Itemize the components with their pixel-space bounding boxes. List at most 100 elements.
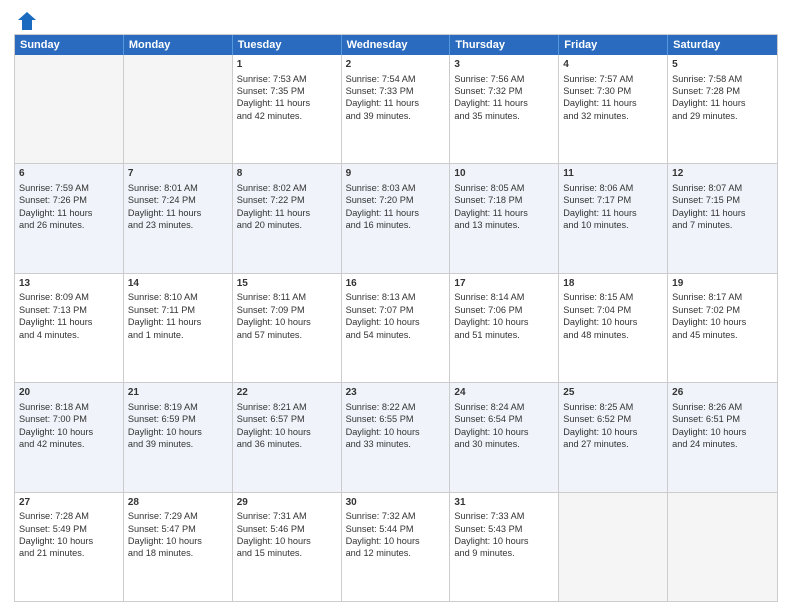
day-line-1: Sunrise: 7:31 AM [237,511,307,521]
day-line-1: Sunrise: 7:57 AM [563,74,633,84]
day-cell-22: 22Sunrise: 8:21 AMSunset: 6:57 PMDayligh… [233,383,342,491]
day-line-3: Daylight: 11 hours [346,98,419,108]
day-line-3: Daylight: 11 hours [454,208,527,218]
day-number: 5 [672,58,773,72]
day-cell-4: 4Sunrise: 7:57 AMSunset: 7:30 PMDaylight… [559,55,668,163]
day-line-1: Sunrise: 8:18 AM [19,402,89,412]
day-line-2: Sunset: 5:46 PM [237,524,305,534]
day-line-4: and 33 minutes. [346,439,411,449]
day-line-1: Sunrise: 8:09 AM [19,292,89,302]
day-cell-20: 20Sunrise: 8:18 AMSunset: 7:00 PMDayligh… [15,383,124,491]
day-cell-29: 29Sunrise: 7:31 AMSunset: 5:46 PMDayligh… [233,493,342,601]
day-cell-21: 21Sunrise: 8:19 AMSunset: 6:59 PMDayligh… [124,383,233,491]
day-line-1: Sunrise: 8:22 AM [346,402,416,412]
day-line-2: Sunset: 7:18 PM [454,195,522,205]
header-day-sunday: Sunday [15,35,124,55]
day-line-4: and 24 minutes. [672,439,737,449]
day-line-1: Sunrise: 8:01 AM [128,183,198,193]
logo-icon [16,10,38,32]
day-line-3: Daylight: 10 hours [346,427,420,437]
day-number: 2 [346,58,446,72]
day-line-3: Daylight: 10 hours [346,317,420,327]
day-line-4: and 29 minutes. [672,111,737,121]
day-line-1: Sunrise: 7:29 AM [128,511,198,521]
calendar-header: SundayMondayTuesdayWednesdayThursdayFrid… [15,35,777,55]
day-line-2: Sunset: 7:11 PM [128,305,195,315]
day-line-3: Daylight: 11 hours [128,208,201,218]
day-number: 3 [454,58,554,72]
calendar-body: 1Sunrise: 7:53 AMSunset: 7:35 PMDaylight… [15,55,777,601]
calendar-row-2: 6Sunrise: 7:59 AMSunset: 7:26 PMDaylight… [15,163,777,272]
day-cell-14: 14Sunrise: 8:10 AM Sunset: 7:11 PM Dayligh… [124,274,233,382]
day-line-4: and 16 minutes. [346,220,411,230]
day-line-1: Sunrise: 8:19 AM [128,402,198,412]
day-line-4: and 39 minutes. [128,439,193,449]
day-cell-19: 19Sunrise: 8:17 AMSunset: 7:02 PMDayligh… [668,274,777,382]
day-line-2: Sunset: 7:30 PM [563,86,631,96]
day-number: 21 [128,386,228,400]
day-line-3: Daylight: 10 hours [128,427,202,437]
day-line-4: and 7 minutes. [672,220,732,230]
day-line-4: and 57 minutes. [237,330,302,340]
day-cell-18: 18Sunrise: 8:15 AMSunset: 7:04 PMDayligh… [559,274,668,382]
day-line-2: Sunset: 7:24 PM [128,195,196,205]
day-line-4: and 26 minutes. [19,220,84,230]
day-line-4: and 32 minutes. [563,111,628,121]
day-number: 11 [563,167,663,181]
header-day-tuesday: Tuesday [233,35,342,55]
day-number: 28 [128,496,228,510]
day-line-3: Daylight: 11 hours [237,98,310,108]
day-number: 17 [454,277,554,291]
day-line-4: and 42 minutes. [237,111,302,121]
day-line-3: Daylight: 10 hours [237,536,311,546]
day-line-3: Daylight: 10 hours [454,317,528,327]
day-line-4: and 21 minutes. [19,548,84,558]
calendar-row-4: 20Sunrise: 8:18 AMSunset: 7:00 PMDayligh… [15,382,777,491]
day-cell-12: 12Sunrise: 8:07 AMSunset: 7:15 PMDayligh… [668,164,777,272]
day-number: 24 [454,386,554,400]
day-cell-6: 6Sunrise: 7:59 AMSunset: 7:26 PMDaylight… [15,164,124,272]
day-line-1: Sunrise: 8:03 AM [346,183,416,193]
day-line-3: Daylight: 11 hours [19,317,92,327]
day-cell-11: 11Sunrise: 8:06 AMSunset: 7:17 PMDayligh… [559,164,668,272]
day-line-3: Daylight: 11 hours [672,208,745,218]
day-number: 30 [346,496,446,510]
day-line-2: Sunset: 5:47 PM [128,524,196,534]
day-line-4: and 54 minutes. [346,330,411,340]
day-line-1: Sunrise: 8:14 AM [454,292,524,302]
logo [14,10,38,28]
day-line-2: Sunset: 7:02 PM [672,305,740,315]
day-cell-27: 27Sunrise: 7:28 AMSunset: 5:49 PMDayligh… [15,493,124,601]
day-line-2: Sunset: 6:54 PM [454,414,522,424]
calendar-row-1: 1Sunrise: 7:53 AMSunset: 7:35 PMDaylight… [15,55,777,163]
day-line-3: Daylight: 10 hours [563,427,637,437]
day-number: 13 [19,277,119,291]
day-line-3: Daylight: 11 hours [128,317,201,327]
day-line-3: Daylight: 11 hours [454,98,527,108]
day-number: 6 [19,167,119,181]
day-line-1: Sunrise: 7:33 AM [454,511,524,521]
day-cell-28: 28Sunrise: 7:29 AMSunset: 5:47 PMDayligh… [124,493,233,601]
day-line-4: and 1 minute. [128,330,184,340]
day-line-1: Sunrise: 7:56 AM [454,74,524,84]
day-line-1: Sunrise: 8:10 AM [128,292,198,302]
page: SundayMondayTuesdayWednesdayThursdayFrid… [0,0,792,612]
day-line-2: Sunset: 7:04 PM [563,305,631,315]
day-line-2: Sunset: 6:55 PM [346,414,414,424]
day-number: 8 [237,167,337,181]
day-number: 26 [672,386,773,400]
day-line-4: and 12 minutes. [346,548,411,558]
day-line-1: Sunrise: 8:13 AM [346,292,416,302]
day-line-4: and 39 minutes. [346,111,411,121]
day-number: 9 [346,167,446,181]
day-number: 14 [128,277,228,291]
day-line-2: Sunset: 6:52 PM [563,414,631,424]
day-number: 12 [672,167,773,181]
day-line-3: Daylight: 10 hours [454,427,528,437]
day-line-4: and 30 minutes. [454,439,519,449]
day-line-4: and 15 minutes. [237,548,302,558]
header-day-monday: Monday [124,35,233,55]
day-line-1: Sunrise: 8:02 AM [237,183,307,193]
day-number: 7 [128,167,228,181]
empty-cell [668,493,777,601]
